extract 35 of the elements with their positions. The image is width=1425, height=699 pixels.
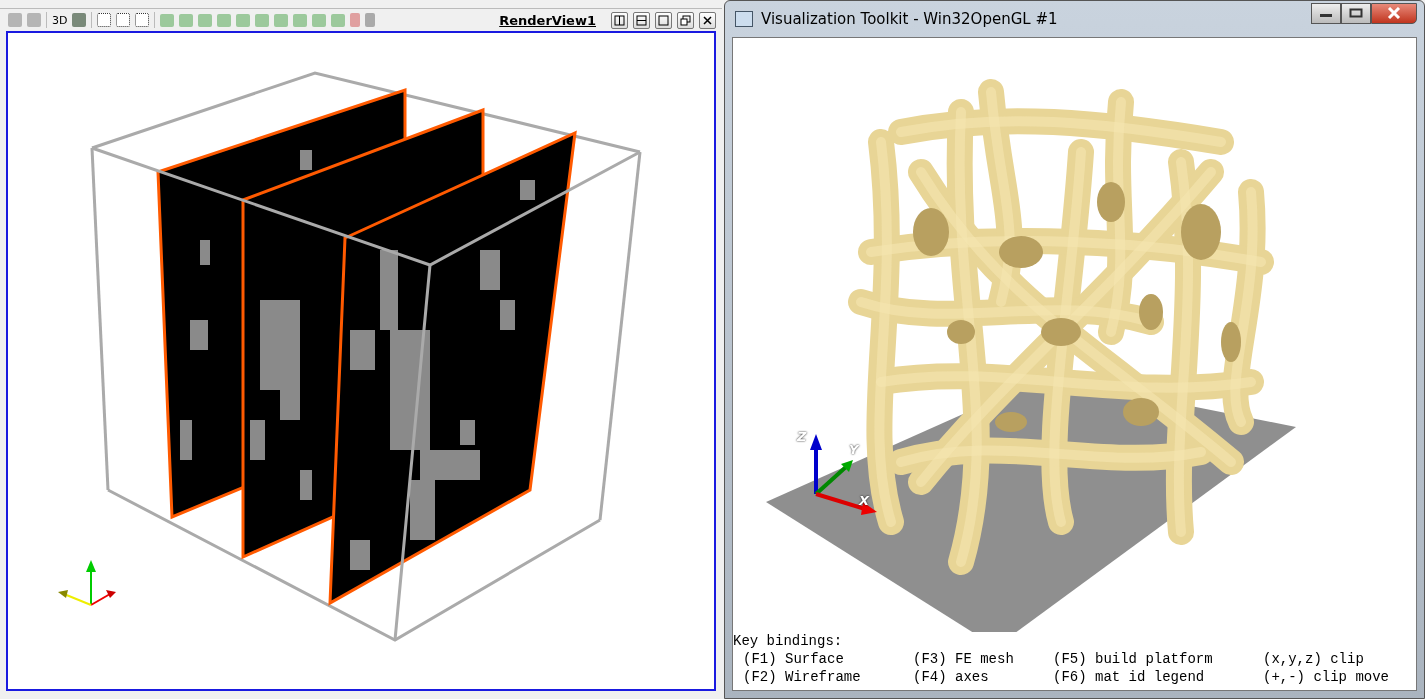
- maximize-button[interactable]: [655, 11, 672, 29]
- toolbar-icon[interactable]: [27, 13, 41, 27]
- close-button[interactable]: [699, 11, 716, 29]
- close-icon: [702, 14, 713, 26]
- key-binding: (F3) FE mesh: [913, 650, 1015, 668]
- view-title[interactable]: RenderView1: [499, 12, 596, 28]
- maximize-button[interactable]: [1341, 2, 1371, 24]
- key-binding: (F1) Surface: [743, 650, 845, 668]
- maximize-icon: [658, 14, 669, 26]
- toolbar-icon[interactable]: [8, 13, 22, 27]
- key-binding: (F6) mat id legend: [1053, 668, 1206, 686]
- close-icon: [1386, 7, 1402, 19]
- split-horizontal-button[interactable]: [611, 11, 628, 29]
- split-vertical-button[interactable]: [633, 11, 650, 29]
- restore-icon: [680, 14, 691, 26]
- maximize-icon: [1349, 8, 1363, 18]
- key-binding: (F5) build platform: [1053, 650, 1214, 668]
- key-binding: (+,-) clip move: [1263, 668, 1391, 686]
- axis-label: Z: [797, 430, 807, 443]
- window-title: Visualization Toolkit - Win32OpenGL #1: [761, 10, 1058, 28]
- axes-icon: [810, 434, 877, 515]
- key-bindings-title: Key bindings:: [733, 632, 844, 650]
- split-icon: [614, 14, 625, 26]
- axis-label: Y: [849, 443, 859, 456]
- minimize-button[interactable]: [1311, 2, 1341, 24]
- key-binding: (F2) Wireframe: [743, 668, 862, 686]
- restore-button[interactable]: [677, 11, 694, 29]
- close-button[interactable]: [1371, 2, 1417, 24]
- axis-label: X: [859, 494, 870, 507]
- split-icon: [636, 14, 647, 26]
- 3d-button[interactable]: 3D: [52, 13, 68, 27]
- key-binding: (x,y,z) clip: [1263, 650, 1365, 668]
- orientation-axes-icon: [58, 560, 116, 606]
- key-binding: (F4) axes: [913, 668, 990, 686]
- app-icon: [735, 11, 753, 27]
